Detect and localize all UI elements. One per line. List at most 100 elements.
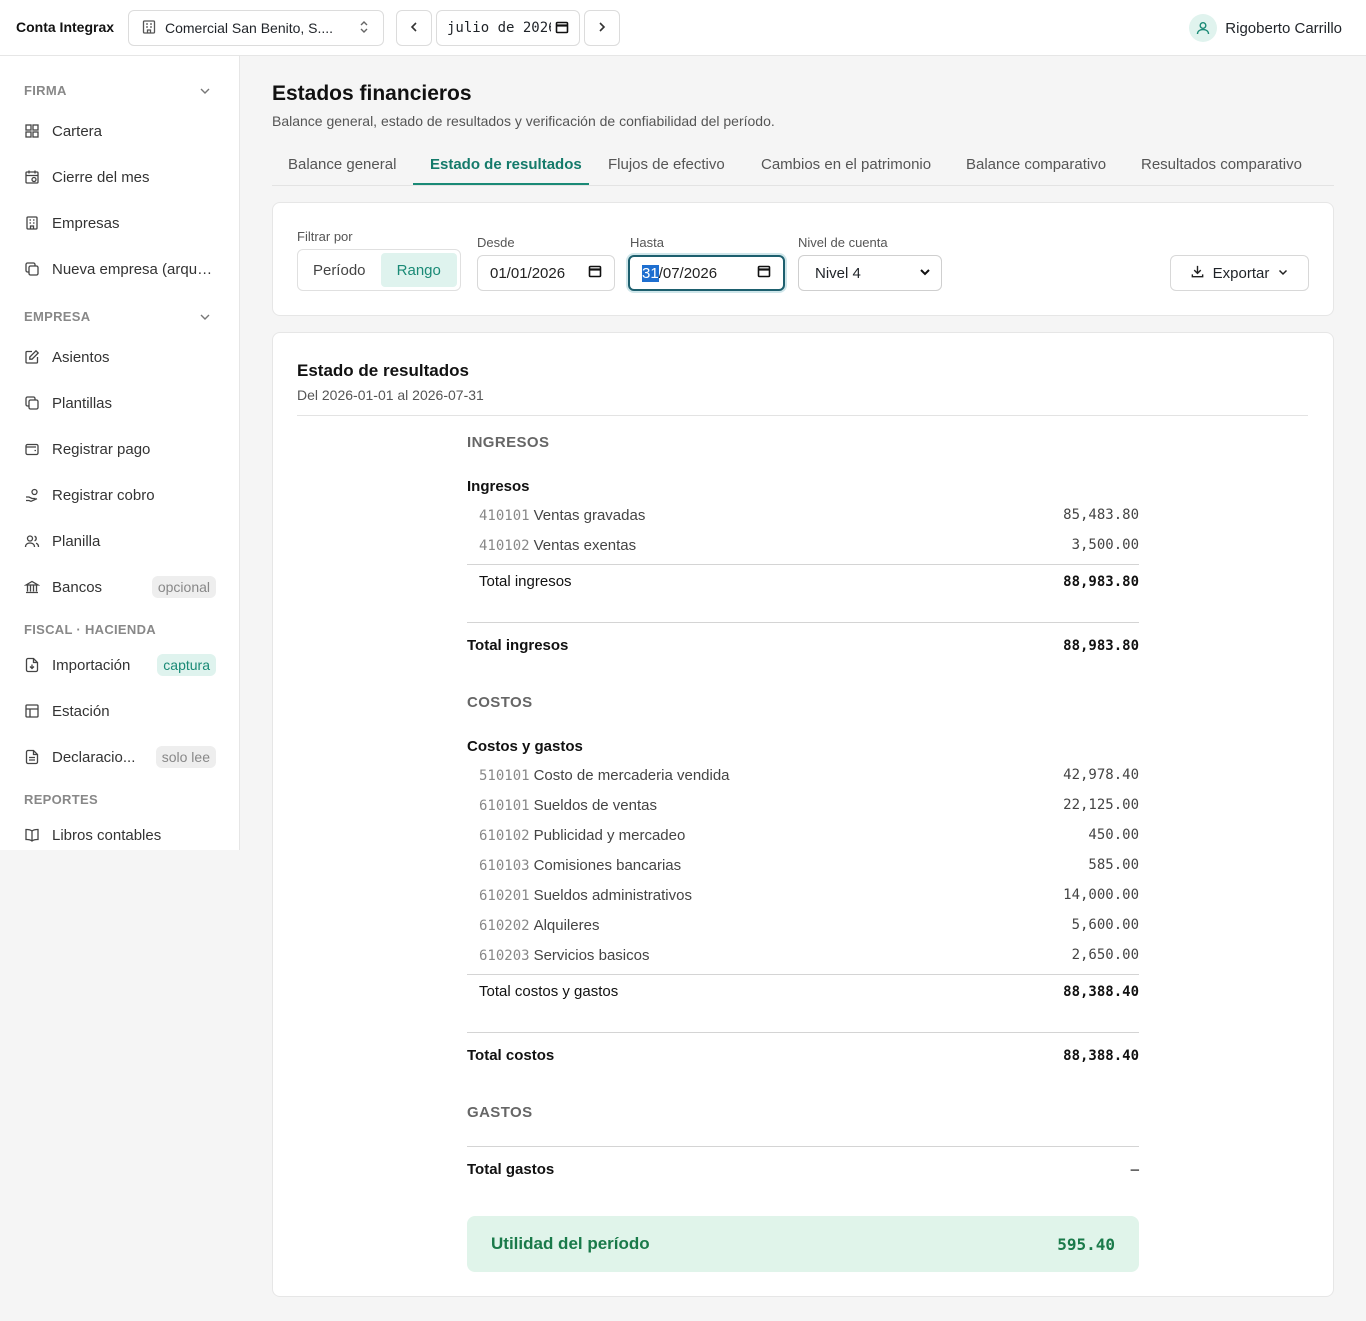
tab-flujos-de-efectivo[interactable]: Flujos de efectivo <box>608 156 725 173</box>
section-total-row: Total ingresos 88,983.80 <box>467 637 1139 654</box>
file-text-icon <box>24 749 40 765</box>
sidebar-item-libros-contables[interactable]: Libros contables <box>24 820 216 850</box>
mode-periodo-button[interactable]: Período <box>301 253 378 287</box>
section-gastos: GASTOS <box>467 1104 533 1121</box>
file-import-icon <box>24 657 40 673</box>
account-amount: 2,650.00 <box>1071 947 1139 963</box>
account-code: 610102 <box>479 827 530 844</box>
sidebar-item-bancos[interactable]: Bancos opcional <box>24 572 216 602</box>
chevrons-up-down-icon <box>357 20 371 37</box>
sidebar-item-label: Estación <box>52 702 110 720</box>
sidebar-item-planilla[interactable]: Planilla <box>24 526 216 556</box>
table-row[interactable]: 410102 Ventas exentas 3,500.00 <box>479 530 1139 560</box>
divider <box>297 415 1308 416</box>
sidebar-item-label: Importación <box>52 656 131 674</box>
table-row[interactable]: 610101 Sueldos de ventas 22,125.00 <box>479 790 1139 820</box>
status-badge: solo lee <box>155 746 216 768</box>
account-amount: 42,978.40 <box>1063 767 1139 783</box>
table-row[interactable]: 610103 Comisiones bancarias 585.00 <box>479 850 1139 880</box>
mode-rango-button[interactable]: Rango <box>380 253 457 287</box>
sidebar-item-registrar-cobro[interactable]: Registrar cobro <box>24 480 216 510</box>
filter-by-label: Filtrar por <box>297 229 353 244</box>
hasta-date-input[interactable]: 31/07/2026 <box>628 255 785 291</box>
account-code: 610203 <box>479 947 530 964</box>
tab-cambios-en-el-patrimonio[interactable]: Cambios en el patrimonio <box>761 156 931 173</box>
section-total-label: Total costos <box>467 1047 555 1064</box>
tab-estado-de-resultados[interactable]: Estado de resultados <box>430 156 582 173</box>
company-selector[interactable]: Comercial San Benito, S.... <box>128 10 384 46</box>
sidebar-item-label: Registrar pago <box>52 440 151 458</box>
desde-value: 01/01/2026 <box>490 264 566 282</box>
export-label: Exportar <box>1212 264 1270 282</box>
tab-balance-general[interactable]: Balance general <box>288 156 396 173</box>
table-row[interactable]: 610102 Publicidad y mercadeo 450.00 <box>479 820 1139 850</box>
chevron-down-icon <box>1277 265 1289 282</box>
export-button[interactable]: Exportar <box>1170 255 1309 291</box>
table-row[interactable]: 610203 Servicios basicos 2,650.00 <box>479 940 1139 970</box>
next-month-button[interactable] <box>584 10 620 46</box>
top-bar: Conta Integrax Comercial San Benito, S..… <box>0 0 1366 56</box>
account-name: Sueldos de ventas <box>533 796 657 814</box>
sidebar-item-label: Libros contables <box>52 826 162 844</box>
section-firma: FIRMA <box>24 83 67 98</box>
account-amount: 5,600.00 <box>1071 917 1139 933</box>
sidebar-item-registrar-pago[interactable]: Registrar pago <box>24 434 216 464</box>
table-row[interactable]: 610201 Sueldos administrativos 14,000.00 <box>479 880 1139 910</box>
account-name: Comisiones bancarias <box>533 856 682 874</box>
table-row[interactable]: 410101 Ventas gravadas 85,483.80 <box>479 500 1139 530</box>
hand-coins-icon <box>24 487 40 503</box>
chevron-down-icon <box>919 265 931 282</box>
account-code: 410101 <box>479 507 530 524</box>
hasta-label: Hasta <box>630 235 664 250</box>
sidebar-item-label: Declaracio... <box>52 748 136 766</box>
tab-resultados-comparativo[interactable]: Resultados comparativo <box>1141 156 1302 173</box>
section-total-amount: 88,388.40 <box>1063 1047 1139 1064</box>
table-row[interactable]: 610202 Alquileres 5,600.00 <box>479 910 1139 940</box>
section-total-amount: 88,983.80 <box>1063 637 1139 654</box>
account-code: 610103 <box>479 857 530 874</box>
calendar-icon[interactable] <box>757 264 771 282</box>
prev-month-button[interactable] <box>396 10 432 46</box>
month-input[interactable]: julio de 2026 <box>436 10 580 46</box>
sidebar-item-declaraciones[interactable]: Declaracio... solo lee <box>24 742 216 772</box>
user-menu[interactable]: Rigoberto Carrillo <box>1189 14 1342 42</box>
group-total-row: Total ingresos 88,983.80 <box>479 573 1139 590</box>
sidebar-item-plantillas[interactable]: Plantillas <box>24 388 216 418</box>
sidebar-item-label: Cartera <box>52 122 103 140</box>
sidebar-item-estacion[interactable]: Estación <box>24 696 216 726</box>
app-brand: Conta Integrax <box>16 19 115 35</box>
sidebar-item-cartera[interactable]: Cartera <box>24 116 216 146</box>
profit-summary: Utilidad del período 595.40 <box>467 1216 1139 1272</box>
account-name: Servicios basicos <box>533 946 650 964</box>
chevron-down-icon[interactable] <box>198 310 212 327</box>
account-name: Alquileres <box>533 916 600 934</box>
copy-icon <box>24 261 40 277</box>
chevron-down-icon[interactable] <box>198 84 212 101</box>
account-code: 610201 <box>479 887 530 904</box>
calendar-icon[interactable] <box>588 264 602 282</box>
sidebar-item-cierre-del-mes[interactable]: Cierre del mes <box>24 162 216 192</box>
section-total-amount: — <box>1130 1161 1139 1178</box>
group-total-amount: 88,388.40 <box>1063 983 1139 1000</box>
active-tab-indicator <box>413 183 589 185</box>
edit-icon <box>24 349 40 365</box>
nivel-select[interactable]: Nivel 4 <box>798 255 942 291</box>
sidebar-item-empresas[interactable]: Empresas <box>24 208 216 238</box>
table-row[interactable]: 510101 Costo de mercaderia vendida 42,978… <box>479 760 1139 790</box>
sidebar-item-nueva-empresa[interactable]: Nueva empresa (arque... <box>24 254 216 284</box>
tab-balance-comparativo[interactable]: Balance comparativo <box>966 156 1106 173</box>
group-ingresos: Ingresos <box>467 478 530 495</box>
sidebar-item-asientos[interactable]: Asientos <box>24 342 216 372</box>
sidebar: FIRMA Cartera Cierre del mes Empresas Nu… <box>0 56 240 850</box>
sidebar-item-importacion[interactable]: Importación captura <box>24 650 216 680</box>
copy-icon <box>24 395 40 411</box>
section-fiscal-hacienda: FISCAL · HACIENDA <box>24 622 156 637</box>
company-name: Comercial San Benito, S.... <box>165 20 334 36</box>
desde-date-input[interactable]: 01/01/2026 <box>477 255 615 291</box>
divider <box>467 1032 1139 1033</box>
account-code: 510101 <box>479 767 530 784</box>
sidebar-item-label: Cierre del mes <box>52 168 150 186</box>
sidebar-item-label: Plantillas <box>52 394 113 412</box>
divider <box>467 974 1139 975</box>
calendar-icon[interactable] <box>555 20 569 37</box>
